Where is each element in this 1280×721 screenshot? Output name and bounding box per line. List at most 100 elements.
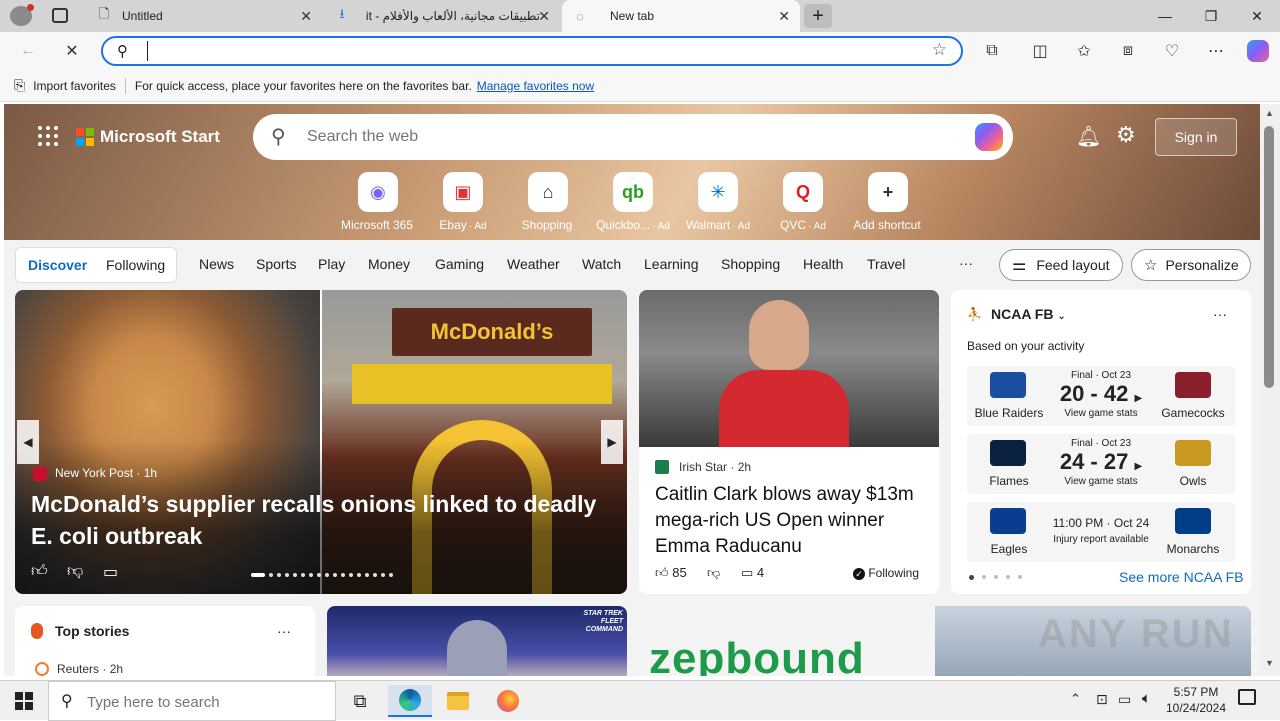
manage-favorites-link[interactable]: Manage favorites now xyxy=(477,79,594,93)
start-button[interactable] xyxy=(2,685,46,717)
page-scrollbar[interactable]: ▲ ▼ xyxy=(1260,104,1280,676)
back-button[interactable]: ← xyxy=(14,38,42,64)
nav-watch[interactable]: Watch xyxy=(582,256,621,272)
close-tab-icon[interactable]: ✕ xyxy=(300,8,312,25)
story-headline[interactable]: McDonald’s supplier recalls onions linke… xyxy=(31,488,621,552)
game-link[interactable]: View game stats xyxy=(1037,476,1165,487)
second-story-card[interactable]: Irish Star · 2h Caitlin Clark blows away… xyxy=(639,290,939,594)
web-search-input[interactable] xyxy=(307,126,907,148)
ncaa-title[interactable]: NCAA FB ⌄ xyxy=(991,306,1066,322)
game-link[interactable]: Injury report available xyxy=(1037,534,1165,545)
shortcut-microsoft-365[interactable]: ◉ Microsoft 365 xyxy=(338,172,418,232)
scroll-up-arrow[interactable]: ▲ xyxy=(1265,108,1274,118)
comment-icon[interactable]: ▭ xyxy=(103,562,118,582)
address-bar[interactable]: ⚲ ☆ xyxy=(101,36,963,66)
task-view-icon[interactable]: ⧉ xyxy=(338,685,382,717)
shortcut-walmart[interactable]: ✳ Walmart · Ad xyxy=(678,172,758,232)
shortcut-qvc[interactable]: Q QVC · Ad xyxy=(763,172,843,232)
shortcut-shopping-tag[interactable]: ⌂ Shopping xyxy=(508,172,588,232)
hero-story-card[interactable]: McDonald’s ◀ ▶ New York Post · 1h McDona… xyxy=(15,290,627,594)
nav-news[interactable]: News xyxy=(199,256,234,272)
show-hidden-icons[interactable]: ⌃ xyxy=(1070,691,1081,707)
scroll-thumb[interactable] xyxy=(1264,126,1274,388)
personalize-button[interactable]: ☆ Personalize xyxy=(1131,249,1251,281)
notifications-icon[interactable] xyxy=(1238,689,1256,705)
sign-in-button[interactable]: Sign in xyxy=(1155,118,1237,156)
close-tab-icon[interactable]: ✕ xyxy=(778,8,790,25)
clock[interactable]: 5:57 PM 10/24/2024 xyxy=(1160,684,1232,716)
tab-actions-icon[interactable] xyxy=(52,8,68,23)
game-link[interactable]: View game stats xyxy=(1037,408,1165,419)
settings-more-icon[interactable]: ⋯ xyxy=(1202,38,1230,64)
like-button[interactable]: 👍︎ 85 xyxy=(655,565,687,581)
shortcut-ebay[interactable]: ▣ Ebay · Ad xyxy=(423,172,503,232)
network-icon[interactable]: ▭ xyxy=(1118,691,1131,708)
nav-gaming[interactable]: Gaming xyxy=(435,256,484,272)
brand-title[interactable]: Microsoft Start xyxy=(100,127,220,147)
firefox-icon[interactable] xyxy=(486,685,530,717)
ncaa-more-button[interactable]: ··· xyxy=(1213,306,1227,322)
dislike-icon[interactable]: 👎︎ xyxy=(67,562,83,581)
copilot-icon[interactable] xyxy=(975,123,1003,151)
new-tab-button[interactable]: + xyxy=(804,4,832,28)
split-screen-icon[interactable]: ◫ xyxy=(1026,38,1054,64)
favorites-icon[interactable]: ✩ xyxy=(1070,38,1098,64)
tab-new-tab[interactable]: ◌ New tab ✕ xyxy=(562,0,800,32)
dislike-icon[interactable]: 👎︎ xyxy=(707,565,720,581)
profile-avatar[interactable] xyxy=(10,4,34,26)
nav-sports[interactable]: Sports xyxy=(256,256,296,272)
nav-learning[interactable]: Learning xyxy=(644,256,699,272)
top-stories-more-button[interactable]: ··· xyxy=(277,623,291,639)
see-more-ncaa-link[interactable]: See more NCAA FB xyxy=(1119,569,1244,585)
game-row[interactable]: Eagles Monarchs 11:00 PM · Oct 24 Injury re… xyxy=(967,502,1235,562)
close-window-button[interactable]: ✕ xyxy=(1234,0,1280,32)
taskbar-search-input[interactable] xyxy=(87,692,327,712)
story-headline[interactable]: Caitlin Clark blows away $13m mega-rich … xyxy=(655,482,925,560)
feed-layout-button[interactable]: ⚌ Feed layout xyxy=(999,249,1123,281)
settings-gear-icon[interactable]: ⚙ xyxy=(1116,122,1136,148)
like-icon[interactable]: 👍︎ xyxy=(31,562,48,581)
browser-essentials-icon[interactable]: ♡ xyxy=(1158,38,1186,64)
carousel-prev-button[interactable]: ◀ xyxy=(17,420,39,464)
import-favorites-button[interactable]: Import favorites xyxy=(33,79,116,93)
tab-following[interactable]: Following xyxy=(106,257,165,273)
nav-play[interactable]: Play xyxy=(318,256,345,272)
taskbar-search-box[interactable]: ⚲ xyxy=(48,681,336,721)
volume-icon[interactable]: 🔈︎ xyxy=(1142,690,1151,707)
maximize-button[interactable]: ❐ xyxy=(1188,0,1234,32)
tray-app-icon[interactable]: ⊡ xyxy=(1096,691,1108,708)
comments-button[interactable]: ▭ 4 xyxy=(741,565,764,581)
collections-icon[interactable]: ⧈ xyxy=(1114,38,1142,64)
shortcut-quickbooks[interactable]: qb Quickbo... · Ad xyxy=(593,172,673,232)
close-tab-icon[interactable]: ✕ xyxy=(538,8,550,25)
more-categories-button[interactable]: ··· xyxy=(959,255,973,271)
nav-money[interactable]: Money xyxy=(368,256,410,272)
nav-shopping[interactable]: Shopping xyxy=(721,256,780,272)
tab-microsoft-store[interactable]: ⭳ تطبيقات مجانية، الألعاب والأفلام - it … xyxy=(324,0,560,32)
carousel-next-button[interactable]: ▶ xyxy=(601,420,623,464)
app-launcher-icon[interactable] xyxy=(38,126,58,146)
edge-taskbar-icon[interactable] xyxy=(388,685,432,717)
tab-discover[interactable]: Discover xyxy=(28,257,87,273)
nav-travel[interactable]: Travel xyxy=(867,256,905,272)
file-explorer-icon[interactable] xyxy=(436,685,480,717)
notifications-bell-icon[interactable]: 🔔︎ xyxy=(1076,124,1101,149)
game-row[interactable]: Blue Raiders Gamecocks Final · Oct 23 20 - … xyxy=(967,366,1235,426)
tab-untitled[interactable]: 🗋 Untitled ✕ xyxy=(86,0,322,32)
minimize-button[interactable]: — xyxy=(1142,0,1188,32)
nav-weather[interactable]: Weather xyxy=(507,256,560,272)
top-stories-title[interactable]: Top stories xyxy=(55,623,129,639)
shortcut-add-shortcut[interactable]: + Add shortcut xyxy=(848,172,928,232)
stop-loading-button[interactable]: ✕ xyxy=(58,38,86,64)
nav-health[interactable]: Health xyxy=(803,256,843,272)
favorite-star-icon[interactable]: ☆ xyxy=(932,40,947,60)
game-row[interactable]: Flames Owls Final · Oct 23 24 - 27 ▶ View ga… xyxy=(967,434,1235,494)
following-indicator[interactable]: ✓ Following xyxy=(853,566,919,580)
extensions-icon[interactable]: ⧉ xyxy=(978,38,1006,64)
address-input[interactable] xyxy=(147,41,907,61)
import-favorites-icon[interactable]: ⎘ xyxy=(14,77,25,94)
web-search-box[interactable]: ⚲ xyxy=(253,114,1013,160)
copilot-icon[interactable] xyxy=(1244,38,1272,64)
game-ad-card[interactable]: STAR TREK FLEET COMMAND xyxy=(327,606,627,676)
scroll-down-arrow[interactable]: ▼ xyxy=(1265,658,1274,668)
